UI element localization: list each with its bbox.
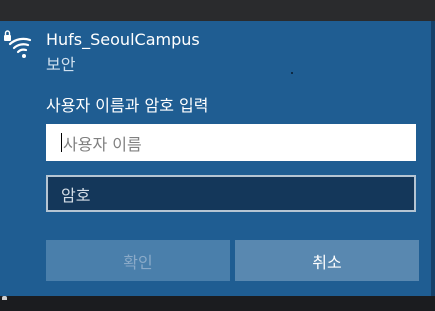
cancel-button-label: 취소 (312, 252, 342, 272)
taskbar-top-strip (0, 0, 435, 21)
username-placeholder: 사용자 이름 (63, 134, 142, 154)
password-placeholder: 암호 (61, 185, 91, 205)
ok-button-label: 확인 (123, 252, 153, 272)
cursor-dot (291, 72, 293, 74)
corner-mark (2, 296, 7, 300)
credentials-prompt: 사용자 이름과 암호 입력 (46, 96, 209, 115)
username-input[interactable]: 사용자 이름 (46, 124, 416, 161)
text-caret (61, 133, 62, 152)
ok-button[interactable]: 확인 (46, 240, 230, 281)
wifi-secured-icon (4, 30, 32, 58)
network-name: Hufs_SeoulCampus (46, 30, 200, 49)
panel-scroll-edge (431, 21, 435, 296)
taskbar-bottom-strip (0, 296, 435, 311)
password-input[interactable]: 암호 (46, 175, 416, 212)
cancel-button[interactable]: 취소 (235, 240, 419, 281)
network-security-status: 보안 (46, 55, 76, 74)
